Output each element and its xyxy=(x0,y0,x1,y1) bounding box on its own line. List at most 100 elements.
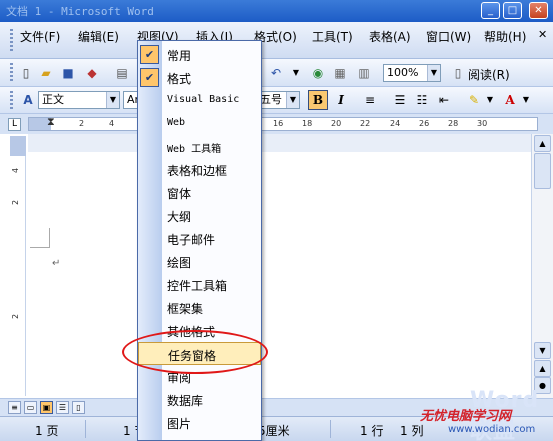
tables-borders-icon[interactable]: ▦ xyxy=(332,65,348,81)
paragraph-mark-icon: ↵ xyxy=(52,258,61,269)
font-size-select[interactable]: 五号 ▼ xyxy=(260,91,300,109)
view-menu-item[interactable]: ✔ 格式 xyxy=(138,66,261,89)
chevron-down-icon[interactable]: ▼ xyxy=(482,92,498,108)
print-icon[interactable]: ▤ xyxy=(114,65,130,81)
ruler-number: 18 xyxy=(302,119,313,128)
status-position: 5厘米 xyxy=(258,424,290,438)
zoom-value: 100% xyxy=(387,66,419,79)
vertical-scrollbar[interactable]: ▲ ▼ ▲ ● xyxy=(531,134,553,398)
print-layout-icon[interactable]: ▣ xyxy=(40,401,53,414)
menubar-grip[interactable] xyxy=(10,29,13,53)
tab-selector[interactable]: L xyxy=(8,118,21,131)
view-menu-item[interactable]: ✔ 常用 xyxy=(138,43,261,66)
view-menu-item[interactable]: Visual Basic xyxy=(138,89,261,112)
menu-file[interactable]: 文件(F) xyxy=(20,28,60,45)
web-layout-icon[interactable]: ▭ xyxy=(24,401,37,414)
reading-mode-button[interactable]: 阅读(R) xyxy=(468,66,510,83)
insert-table-icon[interactable]: ▥ xyxy=(356,65,372,81)
chevron-down-icon[interactable]: ▼ xyxy=(288,65,304,81)
open-folder-icon[interactable]: ▰ xyxy=(38,65,54,81)
view-menu-item[interactable]: 控件工具箱 xyxy=(138,273,261,296)
close-document-icon[interactable]: ✕ xyxy=(538,28,547,41)
formatting-toolbar: A 正文 ▼ Ar 五号 ▼ B I ≡ ☰ ☷ ⇤ ✎ ▼ A ▼ xyxy=(0,87,553,114)
numbered-list-icon[interactable]: ☰ xyxy=(392,92,408,108)
menu-help[interactable]: 帮助(H) xyxy=(484,28,526,45)
view-menu-item[interactable]: 数据库 xyxy=(138,388,261,411)
highlight-icon[interactable]: ✎ xyxy=(466,92,482,108)
scroll-down-button[interactable]: ▼ xyxy=(534,342,551,359)
window-title: 文档 1 - Microsoft Word xyxy=(6,5,154,18)
hyperlink-icon[interactable]: ◉ xyxy=(310,65,326,81)
view-menu-item-label: 框架集 xyxy=(167,302,204,316)
decrease-indent-icon[interactable]: ⇤ xyxy=(436,92,452,108)
ruler-number: 24 xyxy=(390,119,401,128)
outline-view-icon[interactable]: ☰ xyxy=(56,401,69,414)
view-menu-item[interactable]: 艺术字 xyxy=(138,434,261,440)
standard-toolbar: ▯ ▰ ■ ◆ ▤ ↶ ▼ ◉ ▦ ▥ 100% ▼ ▯ 阅读(R) xyxy=(0,59,553,87)
ruler-number: 2 xyxy=(79,119,85,128)
undo-icon[interactable]: ↶ xyxy=(268,65,284,81)
horizontal-ruler[interactable]: L ⧗ 2 4 16 18 20 22 24 26 28 30 xyxy=(0,114,553,134)
maximize-button[interactable]: □ xyxy=(503,2,522,19)
styles-icon[interactable]: A xyxy=(20,92,36,108)
toolbar-grip[interactable] xyxy=(10,91,13,110)
permission-icon[interactable]: ◆ xyxy=(84,65,100,81)
view-menu-item-label: 电子邮件 xyxy=(167,233,216,247)
scroll-up-button[interactable]: ▲ xyxy=(534,135,551,152)
menu-edit[interactable]: 编辑(E) xyxy=(78,28,119,45)
menu-tools[interactable]: 工具(T) xyxy=(312,28,353,45)
close-button[interactable]: ✕ xyxy=(529,2,548,19)
view-menu-item-label: 窗体 xyxy=(167,187,192,201)
view-menu-item[interactable]: 窗体 xyxy=(138,181,261,204)
view-menu-item[interactable]: 图片 xyxy=(138,411,261,434)
style-select[interactable]: 正文 ▼ xyxy=(38,91,120,109)
scroll-thumb[interactable] xyxy=(534,153,551,189)
status-divider xyxy=(330,420,331,438)
zoom-select[interactable]: 100% ▼ xyxy=(383,64,441,82)
minimize-button[interactable]: _ xyxy=(481,2,500,19)
view-menu-item[interactable]: 电子邮件 xyxy=(138,227,261,250)
view-menu-item-label: Web 工具箱 xyxy=(167,144,222,155)
align-justify-icon[interactable]: ≡ xyxy=(362,92,378,108)
bold-button[interactable]: B xyxy=(308,90,328,110)
bulleted-list-icon[interactable]: ☷ xyxy=(414,92,430,108)
toolbar-grip[interactable] xyxy=(10,63,13,83)
view-menu-item[interactable]: 框架集 xyxy=(138,296,261,319)
save-icon[interactable]: ■ xyxy=(60,65,76,81)
font-color-button[interactable]: A xyxy=(502,92,518,108)
view-menu-item-label: 大纲 xyxy=(167,210,192,224)
view-menu-item[interactable]: 大纲 xyxy=(138,204,261,227)
view-menu-item-label: 绘图 xyxy=(167,256,192,270)
ruler-number: 20 xyxy=(331,119,342,128)
italic-button[interactable]: I xyxy=(333,92,349,108)
view-toolbars-menu: ✔ 常用 ✔ 格式 Visual Basic Web Web 工具箱 表格和边框窗体大纲电子邮… xyxy=(137,40,262,441)
chevron-down-icon: ▼ xyxy=(286,92,299,108)
document-canvas[interactable] xyxy=(28,134,531,398)
ruler-number: 22 xyxy=(360,119,371,128)
ruler-number: 16 xyxy=(273,119,284,128)
view-menu-item-label: 格式 xyxy=(167,72,192,86)
new-document-icon[interactable]: ▯ xyxy=(18,65,34,81)
font-size-value: 五号 xyxy=(260,93,282,106)
view-menu-item[interactable]: 绘图 xyxy=(138,250,261,273)
menu-window[interactable]: 窗口(W) xyxy=(426,28,471,45)
view-menu-item[interactable]: 表格和边框 xyxy=(138,158,261,181)
view-menu-item-label: 控件工具箱 xyxy=(167,279,228,293)
ruler-number: 4 xyxy=(109,119,115,128)
vertical-ruler-number: 2 xyxy=(11,199,21,206)
normal-view-icon[interactable]: ≡ xyxy=(8,401,21,414)
chevron-down-icon: ▼ xyxy=(427,65,440,81)
ruler-strip: ⧗ 2 4 16 18 20 22 24 26 28 30 xyxy=(28,115,538,131)
vertical-ruler[interactable]: 4 2 2 xyxy=(10,136,26,396)
view-menu-item-label: 表格和边框 xyxy=(167,164,228,178)
chevron-down-icon[interactable]: ▼ xyxy=(518,92,534,108)
menu-table[interactable]: 表格(A) xyxy=(369,28,411,45)
view-menu-item-label: 数据库 xyxy=(167,394,204,408)
view-menu-item[interactable]: Web 工具箱 xyxy=(138,135,261,158)
indent-marker-icon[interactable]: ⧗ xyxy=(47,115,55,129)
previous-page-icon[interactable]: ▲ xyxy=(534,360,551,377)
chevron-down-icon: ▼ xyxy=(106,92,119,108)
reading-layout-icon[interactable]: ▯ xyxy=(72,401,85,414)
view-menu-item[interactable]: Web xyxy=(138,112,261,135)
highlight-annotation-circle xyxy=(122,330,268,374)
